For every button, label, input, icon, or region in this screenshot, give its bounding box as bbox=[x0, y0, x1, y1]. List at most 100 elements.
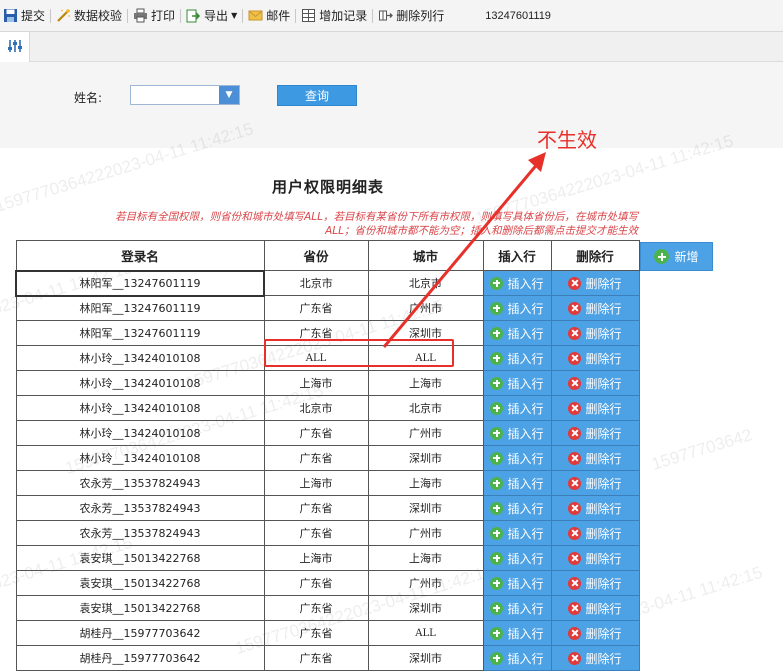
delete-row-button[interactable]: 删除行 bbox=[552, 422, 639, 444]
insert-row-button[interactable]: 插入行 bbox=[484, 322, 551, 344]
city-cell[interactable]: 北京市 bbox=[367, 270, 484, 296]
city-cell[interactable]: 广州市 bbox=[367, 570, 484, 596]
table-row: 胡桂丹__15977703642 广东省 ALL 插入行 删除行 bbox=[15, 620, 640, 646]
city-cell[interactable]: 北京市 bbox=[367, 395, 484, 421]
insert-row-button[interactable]: 插入行 bbox=[484, 647, 551, 669]
province-cell[interactable]: 广东省 bbox=[263, 645, 369, 671]
city-cell[interactable]: 广州市 bbox=[367, 420, 484, 446]
login-cell[interactable]: 农永芳__13537824943 bbox=[15, 495, 265, 521]
delete-row-button[interactable]: 删除行 bbox=[552, 497, 639, 519]
login-cell[interactable]: 林阳军__13247601119 bbox=[15, 295, 265, 321]
login-cell[interactable]: 林小玲__13424010108 bbox=[15, 370, 265, 396]
city-cell[interactable]: 广州市 bbox=[367, 295, 484, 321]
delete-column-button[interactable]: 删除列行 bbox=[375, 0, 447, 32]
city-cell[interactable]: 上海市 bbox=[367, 545, 484, 571]
login-cell[interactable]: 林小玲__13424010108 bbox=[15, 420, 265, 446]
delete-row-button[interactable]: 删除行 bbox=[552, 572, 639, 594]
insert-cell: 插入行 bbox=[482, 420, 552, 446]
login-cell[interactable]: 农永芳__13537824943 bbox=[15, 470, 265, 496]
insert-row-button[interactable]: 插入行 bbox=[484, 372, 551, 394]
login-cell[interactable]: 林小玲__13424010108 bbox=[15, 395, 265, 421]
insert-row-button[interactable]: 插入行 bbox=[484, 522, 551, 544]
insert-row-button[interactable]: 插入行 bbox=[484, 572, 551, 594]
delete-row-button[interactable]: 删除行 bbox=[552, 322, 639, 344]
delete-row-button[interactable]: 删除行 bbox=[552, 622, 639, 644]
province-cell[interactable]: 广东省 bbox=[263, 445, 369, 471]
province-cell[interactable]: 广东省 bbox=[263, 570, 369, 596]
province-cell[interactable]: 广东省 bbox=[263, 420, 369, 446]
province-cell[interactable]: 广东省 bbox=[263, 620, 369, 646]
plus-icon bbox=[490, 651, 504, 665]
validate-button[interactable]: 数据校验 bbox=[53, 0, 125, 32]
province-cell[interactable]: 广东省 bbox=[263, 595, 369, 621]
login-cell[interactable]: 袁安琪__15013422768 bbox=[15, 595, 265, 621]
login-cell[interactable]: 胡桂丹__15977703642 bbox=[15, 645, 265, 671]
search-button[interactable]: 查询 bbox=[277, 85, 357, 106]
submit-button[interactable]: 提交 bbox=[0, 0, 48, 32]
delete-cell: 删除行 bbox=[550, 370, 640, 396]
city-cell[interactable]: 深圳市 bbox=[367, 495, 484, 521]
city-cell[interactable]: 深圳市 bbox=[367, 445, 484, 471]
city-cell[interactable]: 深圳市 bbox=[367, 595, 484, 621]
province-cell[interactable]: 上海市 bbox=[263, 545, 369, 571]
export-button[interactable]: 导出 ▼ bbox=[183, 0, 240, 32]
province-cell[interactable]: 广东省 bbox=[263, 495, 369, 521]
province-cell[interactable]: 北京市 bbox=[263, 395, 369, 421]
login-cell[interactable]: 农永芳__13537824943 bbox=[15, 520, 265, 546]
province-cell[interactable]: 广东省 bbox=[263, 520, 369, 546]
delete-row-button[interactable]: 删除行 bbox=[552, 372, 639, 394]
name-select[interactable]: ▼ bbox=[130, 85, 240, 105]
province-cell[interactable]: 北京市 bbox=[263, 270, 369, 296]
plus-icon bbox=[490, 501, 504, 515]
city-cell[interactable]: ALL bbox=[367, 620, 484, 646]
insert-row-button[interactable]: 插入行 bbox=[484, 547, 551, 569]
mail-button[interactable]: 邮件 bbox=[245, 0, 293, 32]
province-cell[interactable]: 上海市 bbox=[263, 370, 369, 396]
insert-row-button[interactable]: 插入行 bbox=[484, 272, 551, 294]
login-cell[interactable]: 林小玲__13424010108 bbox=[15, 345, 265, 371]
province-cell[interactable]: 上海市 bbox=[263, 470, 369, 496]
delete-row-button[interactable]: 删除行 bbox=[552, 597, 639, 619]
delete-row-button[interactable]: 删除行 bbox=[552, 397, 639, 419]
insert-row-button[interactable]: 插入行 bbox=[484, 497, 551, 519]
login-cell[interactable]: 袁安琪__15013422768 bbox=[15, 570, 265, 596]
city-cell[interactable]: 上海市 bbox=[367, 470, 484, 496]
insert-row-button[interactable]: 插入行 bbox=[484, 472, 551, 494]
login-cell[interactable]: 胡桂丹__15977703642 bbox=[15, 620, 265, 646]
insert-row-button[interactable]: 插入行 bbox=[484, 597, 551, 619]
delete-row-button[interactable]: 删除行 bbox=[552, 347, 639, 369]
filter-toggle-button[interactable] bbox=[0, 32, 30, 62]
login-cell[interactable]: 林小玲__13424010108 bbox=[15, 445, 265, 471]
delete-row-button[interactable]: 删除行 bbox=[552, 647, 639, 669]
insert-row-button[interactable]: 插入行 bbox=[484, 347, 551, 369]
province-cell[interactable]: 广东省 bbox=[263, 295, 369, 321]
insert-row-button[interactable]: 插入行 bbox=[484, 622, 551, 644]
insert-row-label: 插入行 bbox=[507, 351, 544, 366]
insert-row-button[interactable]: 插入行 bbox=[484, 422, 551, 444]
insert-row-button[interactable]: 插入行 bbox=[484, 447, 551, 469]
login-cell[interactable]: 袁安琪__15013422768 bbox=[15, 545, 265, 571]
add-record-button[interactable]: 增加记录 bbox=[298, 0, 370, 32]
delete-row-button[interactable]: 删除行 bbox=[552, 297, 639, 319]
login-cell[interactable]: 林阳军__13247601119 bbox=[15, 320, 265, 346]
close-icon bbox=[568, 276, 582, 290]
delete-row-button[interactable]: 删除行 bbox=[552, 272, 639, 294]
city-cell[interactable]: 上海市 bbox=[367, 370, 484, 396]
city-cell[interactable]: 深圳市 bbox=[367, 645, 484, 671]
print-button[interactable]: 打印 bbox=[130, 0, 178, 32]
delete-row-button[interactable]: 删除行 bbox=[552, 447, 639, 469]
delete-row-button[interactable]: 删除行 bbox=[552, 472, 639, 494]
insert-row-button[interactable]: 插入行 bbox=[484, 397, 551, 419]
add-row-button[interactable]: 新增 bbox=[640, 242, 713, 271]
plus-icon bbox=[490, 451, 504, 465]
delete-row-button[interactable]: 删除行 bbox=[552, 547, 639, 569]
close-icon bbox=[568, 651, 582, 665]
login-cell[interactable]: 林阳军__13247601119 bbox=[15, 269, 265, 297]
delete-row-button[interactable]: 删除行 bbox=[552, 522, 639, 544]
chevron-down-icon[interactable]: ▼ bbox=[219, 86, 239, 104]
city-cell[interactable]: 广州市 bbox=[367, 520, 484, 546]
insert-row-button[interactable]: 插入行 bbox=[484, 297, 551, 319]
toolbar-separator bbox=[372, 8, 374, 23]
user-phone: 13247601119 bbox=[485, 9, 551, 22]
printer-icon bbox=[133, 8, 148, 23]
